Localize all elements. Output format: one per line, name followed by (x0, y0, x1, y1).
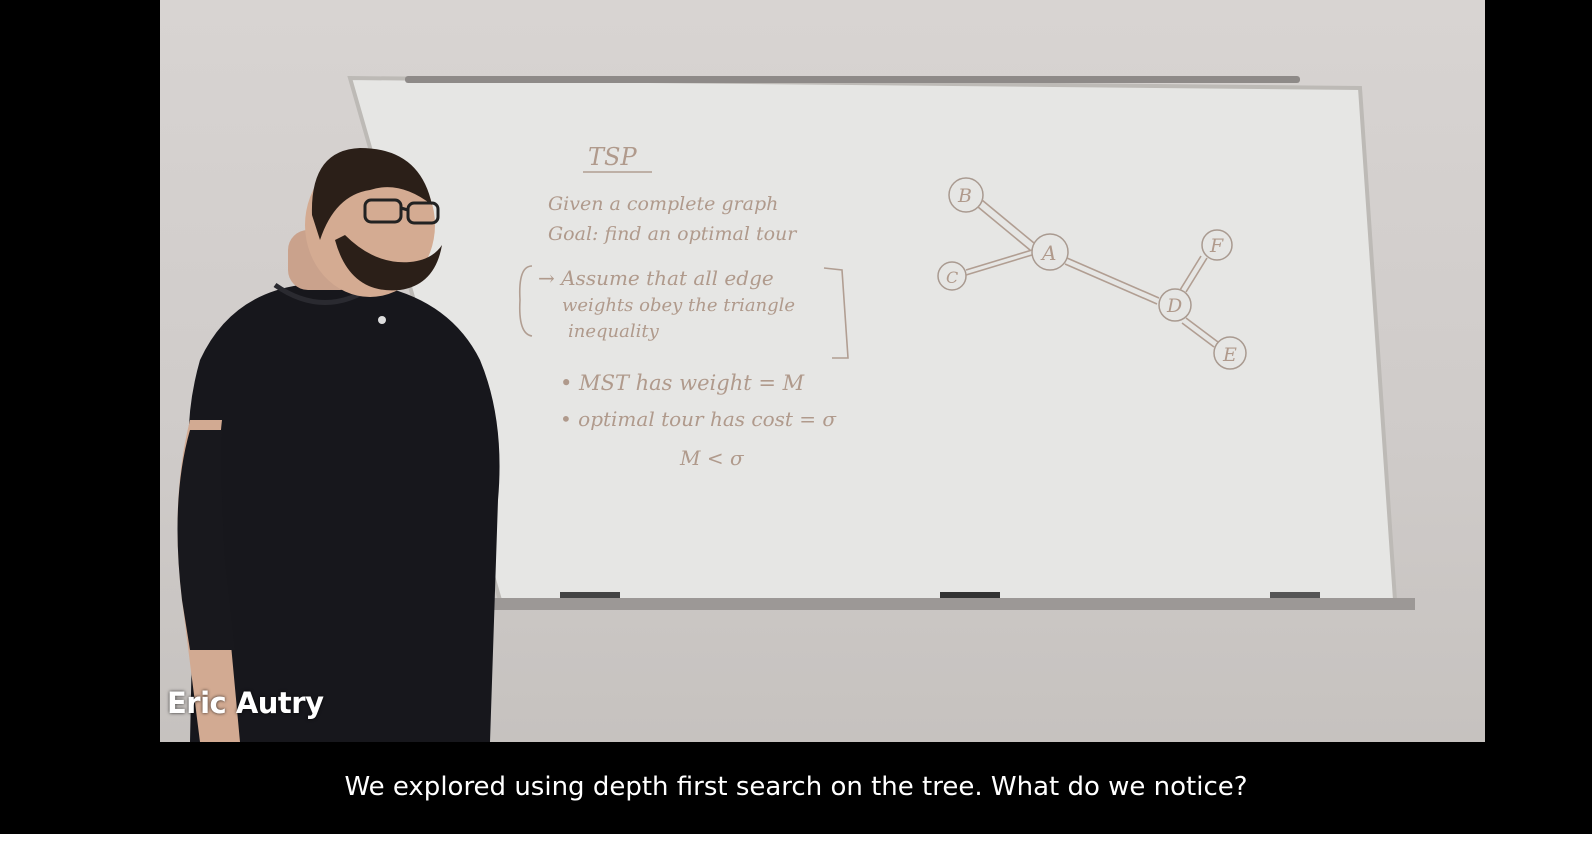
node-a: A (1040, 241, 1056, 265)
wb-line-5: inequality (568, 321, 660, 342)
wb-line-8: M < σ (679, 446, 745, 470)
wb-line-6: • MST has weight = M (560, 371, 805, 395)
wb-line-2: Goal: find an optimal tour (548, 223, 798, 245)
closed-caption-text: We explored using depth first search on … (344, 772, 1248, 802)
wb-line-3: → Assume that all edge (538, 266, 774, 290)
video-frame[interactable]: TSP Given a complete graph Goal: find an… (160, 0, 1485, 742)
video-player: TSP Given a complete graph Goal: find an… (0, 0, 1592, 848)
node-e: E (1222, 344, 1237, 366)
speaker-name-label: Eric Autry (167, 686, 324, 720)
caption-bar: We explored using depth first search on … (0, 742, 1592, 834)
marker-rail (405, 76, 1300, 83)
node-d: D (1166, 295, 1182, 317)
wb-line-7: • optimal tour has cost = σ (560, 407, 837, 431)
whiteboard-tray (490, 598, 1415, 610)
node-c: C (946, 268, 958, 287)
wb-line-4: weights obey the triangle (562, 295, 795, 316)
lecture-scene: TSP Given a complete graph Goal: find an… (177, 75, 1415, 742)
bottom-strip (0, 834, 1592, 848)
node-b: B (957, 185, 972, 207)
node-f: F (1209, 235, 1224, 257)
wb-title: TSP (588, 143, 637, 171)
wb-line-1: Given a complete graph (548, 193, 778, 215)
